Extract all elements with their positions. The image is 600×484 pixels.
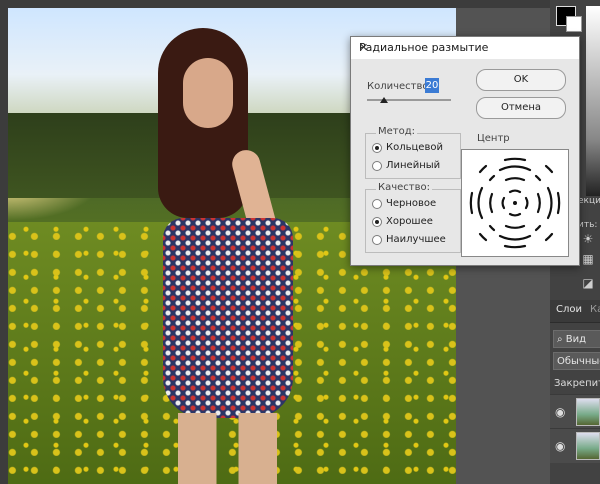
quality-option-label: Хорошее <box>386 216 433 227</box>
method-option-label: Линейный <box>386 160 441 171</box>
brightness-icon[interactable]: ☀ <box>578 232 598 248</box>
close-icon[interactable]: ✕ <box>359 41 573 54</box>
lock-label: Закрепить: <box>554 378 600 389</box>
blend-mode-select[interactable]: Обычные <box>553 352 600 370</box>
method-group-title: Метод: <box>376 126 418 137</box>
radio-button[interactable] <box>372 143 382 153</box>
layer-row[interactable]: ◉ <box>550 394 600 429</box>
layer-thumbnail <box>576 398 600 426</box>
radio-button[interactable] <box>372 161 382 171</box>
amount-slider-thumb[interactable] <box>379 97 388 103</box>
quality-option-label: Наилучшее <box>386 234 446 245</box>
cancel-button[interactable]: Отмена <box>476 97 566 119</box>
blend-mode-value: Обычные <box>557 356 600 367</box>
dialog-title-bar[interactable]: Радиальное размытие ✕ <box>351 37 579 59</box>
amount-input[interactable]: 20 <box>425 78 439 93</box>
quality-option-label: Черновое <box>386 198 437 209</box>
radial-blur-preview-icon <box>469 157 561 249</box>
layer-thumbnail <box>576 432 600 460</box>
grid-icon[interactable]: ▦ <box>578 252 598 268</box>
photo-woman <box>138 28 318 484</box>
quality-group: Качество: Черновое Хорошее Наилучшее <box>365 182 461 253</box>
radio-button[interactable] <box>372 217 382 227</box>
radial-blur-dialog: Радиальное размытие ✕ Количество 20 OK О… <box>350 36 580 266</box>
photo-woman-face <box>183 58 233 128</box>
tab-channels[interactable]: Ка <box>590 304 600 315</box>
amount-label: Количество <box>367 81 429 92</box>
method-group: Метод: Кольцевой Линейный <box>365 126 461 179</box>
ok-button[interactable]: OK <box>476 69 566 91</box>
search-icon: ⌕ <box>557 334 566 345</box>
background-color-swatch[interactable] <box>566 16 582 32</box>
top-canvas-margin <box>8 0 550 8</box>
photo-woman-legs <box>178 413 288 484</box>
blur-center-label: Центр <box>477 133 510 144</box>
method-option-label: Кольцевой <box>386 142 443 153</box>
blur-center-preview[interactable] <box>461 149 569 257</box>
color-picker-gradient[interactable] <box>586 6 600 196</box>
tab-layers[interactable]: Слои <box>556 304 582 315</box>
layer-row[interactable]: ◉ <box>550 428 600 463</box>
eye-icon[interactable]: ◉ <box>555 405 565 419</box>
radio-button[interactable] <box>372 199 382 209</box>
adjustment-icon[interactable]: ◪ <box>578 276 598 292</box>
panel-label-partial-2: ить: <box>578 220 598 230</box>
layer-kind-filter-value: Вид <box>565 334 587 345</box>
layer-kind-filter[interactable]: ⌕ Вид <box>553 330 600 348</box>
quality-group-title: Качество: <box>376 182 432 193</box>
left-canvas-margin <box>0 0 8 484</box>
photo-woman-dress <box>163 218 293 418</box>
layers-panel-tabs: Слои Ка <box>550 300 600 323</box>
radio-button[interactable] <box>372 235 382 245</box>
eye-icon[interactable]: ◉ <box>555 439 565 453</box>
panel-label-partial: екци <box>578 196 600 206</box>
